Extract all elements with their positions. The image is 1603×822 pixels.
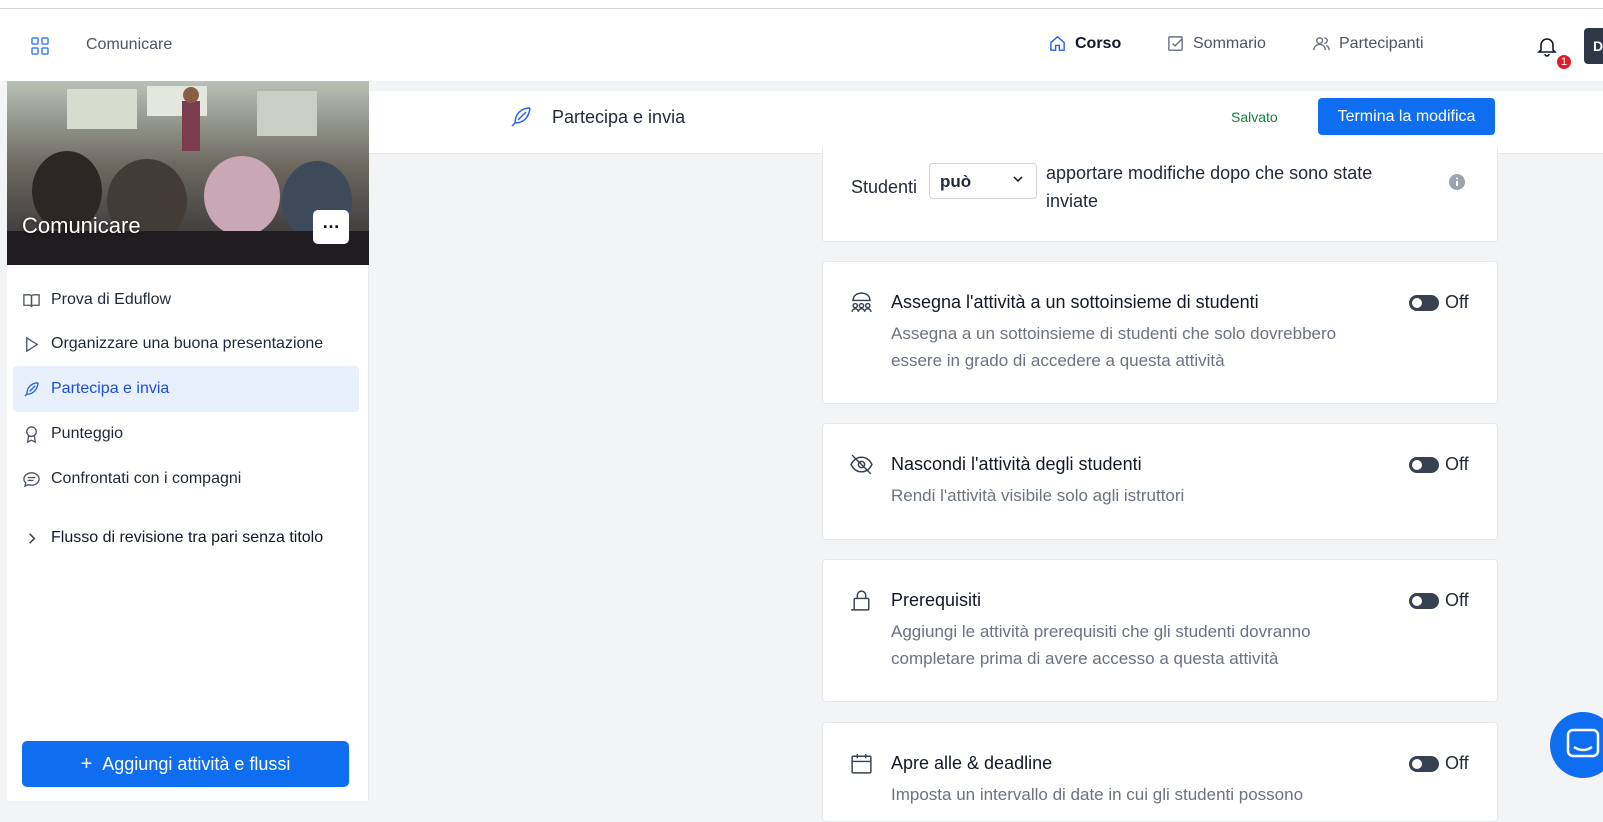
play-icon: [26, 336, 39, 352]
chat-icon: [23, 471, 40, 487]
select-value: può: [940, 172, 972, 191]
top-divider: [0, 0, 1603, 9]
app-title[interactable]: Comunicare: [86, 36, 172, 54]
nav-partecipanti-label: Partecipanti: [1339, 34, 1424, 52]
subset-toggle[interactable]: [1409, 295, 1439, 311]
apps-grid-icon[interactable]: [30, 36, 50, 56]
chevron-right-icon: [29, 532, 36, 544]
chat-bubble-icon: [1566, 728, 1600, 758]
sidebar: Comunicare … Prova di Eduflow Organizzar…: [7, 81, 369, 801]
setting-card-dates: Apre alle & deadline Imposta un interval…: [822, 722, 1498, 822]
lock-icon: [851, 590, 870, 611]
toggle-label: Off: [1445, 590, 1469, 610]
sidebar-item-partecipa-e-invia[interactable]: Partecipa e invia: [13, 366, 359, 412]
more-options-button[interactable]: …: [313, 210, 349, 244]
sidebar-flow-label: Flusso di revisione tra pari senza titol…: [51, 529, 324, 546]
calendar-icon: [851, 754, 872, 774]
setting-description: Assegna a un sottoinsieme di studenti ch…: [891, 324, 1337, 370]
setting-card-hide: Nascondi l'attività degli studenti Rendi…: [822, 423, 1498, 540]
sidebar-item-label: Confrontati con i compagni: [51, 470, 242, 487]
students-permission-select[interactable]: può: [929, 163, 1037, 199]
setting-description: Imposta un intervallo di date in cui gli…: [891, 785, 1304, 804]
add-activity-label: Aggiungi attività e flussi: [102, 753, 291, 774]
avatar[interactable]: D: [1584, 28, 1603, 64]
save-status: Salvato: [1231, 109, 1278, 125]
sidebar-flow-item[interactable]: Flusso di revisione tra pari senza titol…: [13, 515, 359, 561]
chat-support-button[interactable]: [1550, 712, 1603, 778]
setting-card-subset: Assegna l'attività a un sottoinsieme di …: [822, 261, 1498, 404]
sidebar-item-punteggio[interactable]: Punteggio: [13, 411, 359, 457]
page-title: Partecipa e invia: [552, 107, 686, 127]
course-title: Comunicare: [22, 213, 141, 238]
setting-card-prerequisites: Prerequisiti Aggiungi le attività prereq…: [822, 559, 1498, 702]
dates-toggle[interactable]: [1409, 756, 1439, 772]
users-icon: [1313, 37, 1330, 51]
nav-sommario-label: Sommario: [1193, 34, 1266, 52]
setting-description: Rendi l'attività visibile solo agli istr…: [891, 486, 1185, 505]
setting-title: Assegna l'attività a un sottoinsieme di …: [891, 292, 1259, 312]
toggle-label: Off: [1445, 454, 1469, 474]
sidebar-item-prova-di-eduflow[interactable]: Prova di Eduflow: [13, 277, 359, 323]
checkbox-icon: [1168, 36, 1183, 51]
sidebar-item-label: Punteggio: [51, 425, 124, 442]
activity-header: Partecipa e invia Salvato Termina la mod…: [369, 91, 1603, 154]
home-icon: [1050, 35, 1065, 51]
nav-sommario[interactable]: Sommario: [1166, 34, 1266, 53]
sidebar-item-label: Prova di Eduflow: [51, 291, 172, 308]
eye-off-icon: [850, 454, 873, 475]
toggle-label: Off: [1445, 753, 1469, 773]
feather-icon: [24, 381, 39, 397]
notification-badge: 1: [1555, 53, 1573, 71]
nav-corso[interactable]: Corso: [1048, 34, 1121, 53]
finish-editing-button[interactable]: Termina la modifica: [1318, 98, 1495, 135]
chevron-down-icon: [1013, 176, 1023, 183]
top-navbar: Comunicare Corso Sommario Partecipanti 1…: [0, 9, 1603, 81]
sidebar-item-confrontati[interactable]: Confrontati con i compagni: [13, 456, 359, 502]
book-icon: [23, 293, 40, 307]
setting-description: Aggiungi le attività prerequisiti che gl…: [891, 622, 1311, 668]
info-icon[interactable]: [1448, 173, 1466, 191]
prerequisites-toggle[interactable]: [1409, 593, 1439, 609]
nav-corso-label: Corso: [1075, 34, 1122, 52]
setting-title: Nascondi l'attività degli studenti: [891, 454, 1142, 474]
sidebar-item-label: Organizzare una buona presentazione: [51, 335, 324, 352]
add-activity-button[interactable]: + Aggiungi attività e flussi: [22, 741, 349, 787]
nav-partecipanti[interactable]: Partecipanti: [1312, 34, 1424, 53]
setting-title: Prerequisiti: [891, 590, 982, 610]
bell-icon[interactable]: [1536, 35, 1558, 57]
students-edit-setting: Studenti può apportare modifiche dopo ch…: [822, 148, 1498, 242]
hide-toggle[interactable]: [1409, 457, 1439, 473]
students-setting-text: apportare modifiche dopo che sono state …: [1046, 163, 1373, 211]
group-icon: [851, 292, 872, 312]
plus-icon: +: [80, 752, 93, 775]
award-icon: [26, 425, 37, 443]
sidebar-item-organizzare[interactable]: Organizzare una buona presentazione: [13, 321, 359, 367]
feather-icon: [511, 107, 531, 127]
sidebar-item-label: Partecipa e invia: [51, 380, 170, 397]
setting-title: Apre alle & deadline: [891, 753, 1053, 773]
toggle-label: Off: [1445, 292, 1469, 312]
students-label: Studenti: [851, 177, 918, 197]
